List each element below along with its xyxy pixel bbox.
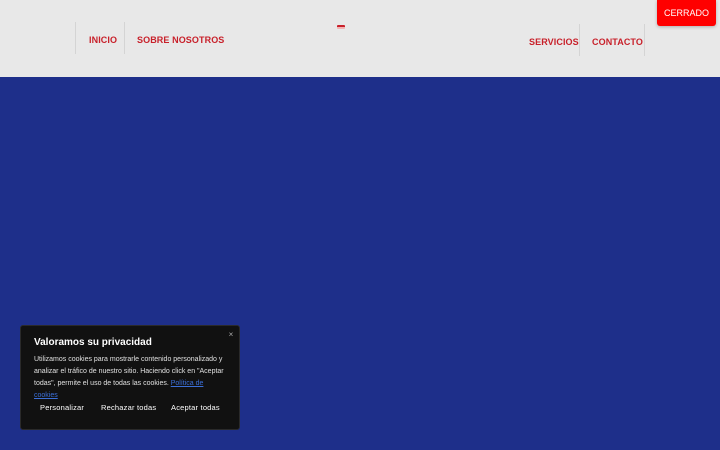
nav-divider [75, 22, 76, 54]
status-badge: CERRADO [657, 0, 716, 26]
customize-button[interactable]: Personalizar [40, 403, 84, 412]
nav-item-servicios[interactable]: SERVICIOS [529, 37, 579, 47]
cookie-banner: Valoramos su privacidad × Utilizamos coo… [20, 325, 240, 430]
close-icon[interactable]: × [226, 330, 236, 340]
cookie-banner-title: Valoramos su privacidad [34, 337, 152, 348]
cookie-banner-text: Utilizamos cookies para mostrarle conten… [34, 354, 228, 402]
reject-all-button[interactable]: Rechazar todas [101, 403, 156, 412]
nav-divider [124, 22, 125, 54]
nav-item-sobre-nosotros[interactable]: SOBRE NOSOTROS [137, 35, 224, 45]
nav-item-inicio[interactable]: INICIO [89, 35, 117, 45]
nav-divider [579, 24, 580, 56]
nav-divider [644, 24, 645, 56]
site-header: INICIO SOBRE NOSOTROS SERVICIOS CONTACTO… [0, 0, 720, 77]
language-flag-icon[interactable] [337, 25, 345, 29]
nav-item-contacto[interactable]: CONTACTO [592, 37, 643, 47]
accept-all-button[interactable]: Aceptar todas [171, 403, 220, 412]
